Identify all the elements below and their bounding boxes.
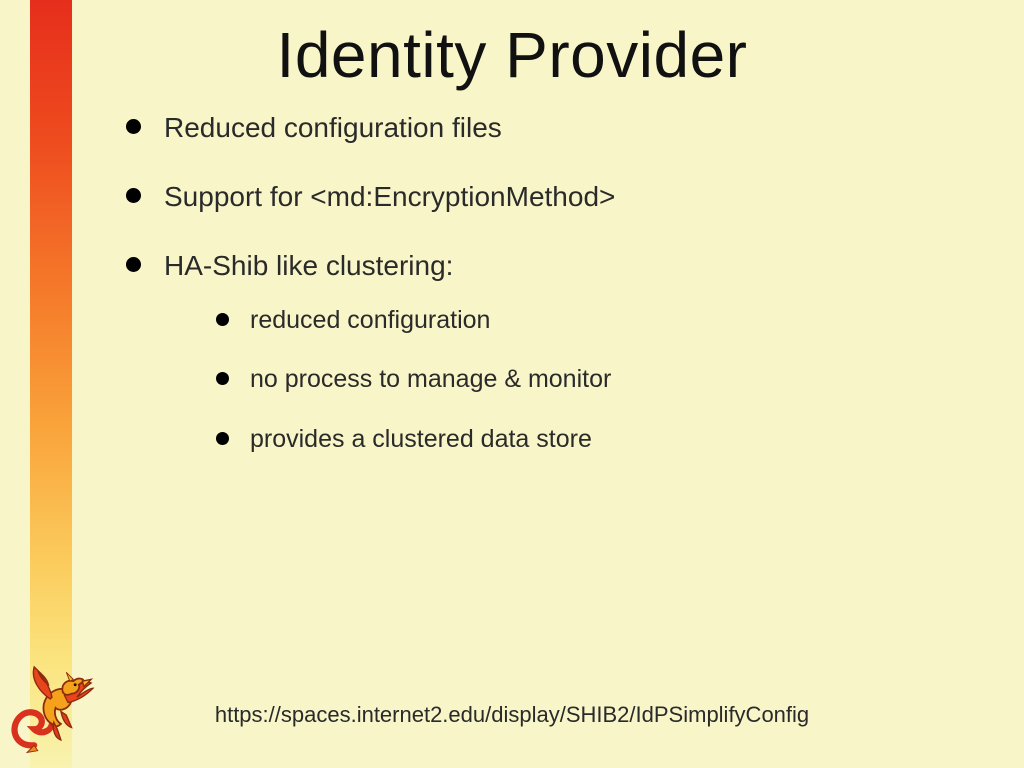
bullet-list: Reduced configuration files Support for …	[120, 110, 984, 455]
bullet-text: HA-Shib like clustering:	[164, 250, 453, 281]
list-item: provides a clustered data store	[210, 424, 984, 455]
slide: Identity Provider Reduced configuration …	[0, 0, 1024, 768]
bullet-text: no process to manage & monitor	[250, 365, 611, 393]
sub-bullet-list: reduced configuration no process to mana…	[164, 305, 984, 455]
list-item: HA-Shib like clustering: reduced configu…	[120, 248, 984, 455]
list-item: reduced configuration	[210, 305, 984, 336]
accent-bar	[30, 0, 72, 768]
list-item: no process to manage & monitor	[210, 364, 984, 395]
slide-title: Identity Provider	[0, 18, 1024, 92]
footer-url: https://spaces.internet2.edu/display/SHI…	[0, 702, 1024, 728]
slide-body: Reduced configuration files Support for …	[120, 110, 984, 489]
list-item: Reduced configuration files	[120, 110, 984, 145]
bullet-text: reduced configuration	[250, 306, 490, 334]
griffin-icon	[6, 658, 98, 756]
bullet-text: Reduced configuration files	[164, 112, 502, 143]
bullet-text: provides a clustered data store	[250, 425, 592, 453]
list-item: Support for <md:EncryptionMethod>	[120, 179, 984, 214]
bullet-text: Support for <md:EncryptionMethod>	[164, 181, 615, 212]
